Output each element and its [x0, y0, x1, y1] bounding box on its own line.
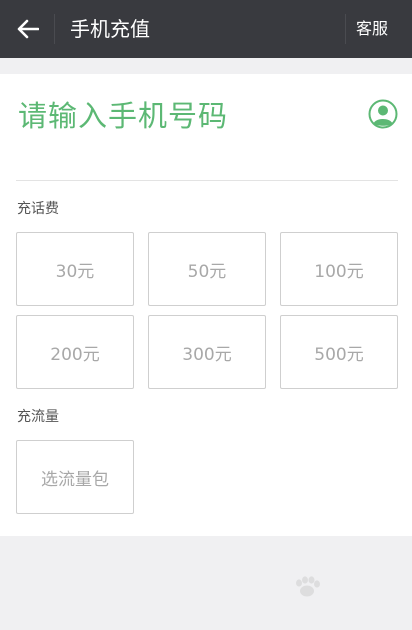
paw-icon — [296, 576, 320, 597]
header-divider-left — [54, 14, 55, 44]
recharge-option-30[interactable]: 30元 — [16, 232, 134, 306]
back-button[interactable] — [8, 9, 48, 49]
recharge-option-100[interactable]: 100元 — [280, 232, 398, 306]
header-divider-right — [345, 14, 346, 44]
data-plan-option[interactable]: 选流量包 — [16, 440, 134, 514]
contact-person-icon[interactable] — [368, 99, 398, 129]
page-title: 手机充值 — [70, 17, 150, 41]
back-arrow-icon — [17, 19, 39, 39]
recharge-option-300[interactable]: 300元 — [148, 315, 266, 389]
watermark-logo — [292, 576, 404, 612]
customer-service-button[interactable]: 客服 — [356, 18, 388, 40]
section-divider — [16, 180, 398, 181]
top-app-bar: 手机充值 客服 — [0, 0, 412, 58]
recharge-option-50[interactable]: 50元 — [148, 232, 266, 306]
phone-number-input[interactable]: 请输入手机号码 — [18, 96, 338, 136]
data-plan-label: 充流量 — [17, 409, 59, 425]
recharge-fee-label: 充话费 — [17, 201, 59, 217]
recharge-option-500[interactable]: 500元 — [280, 315, 398, 389]
recharge-option-200[interactable]: 200元 — [16, 315, 134, 389]
